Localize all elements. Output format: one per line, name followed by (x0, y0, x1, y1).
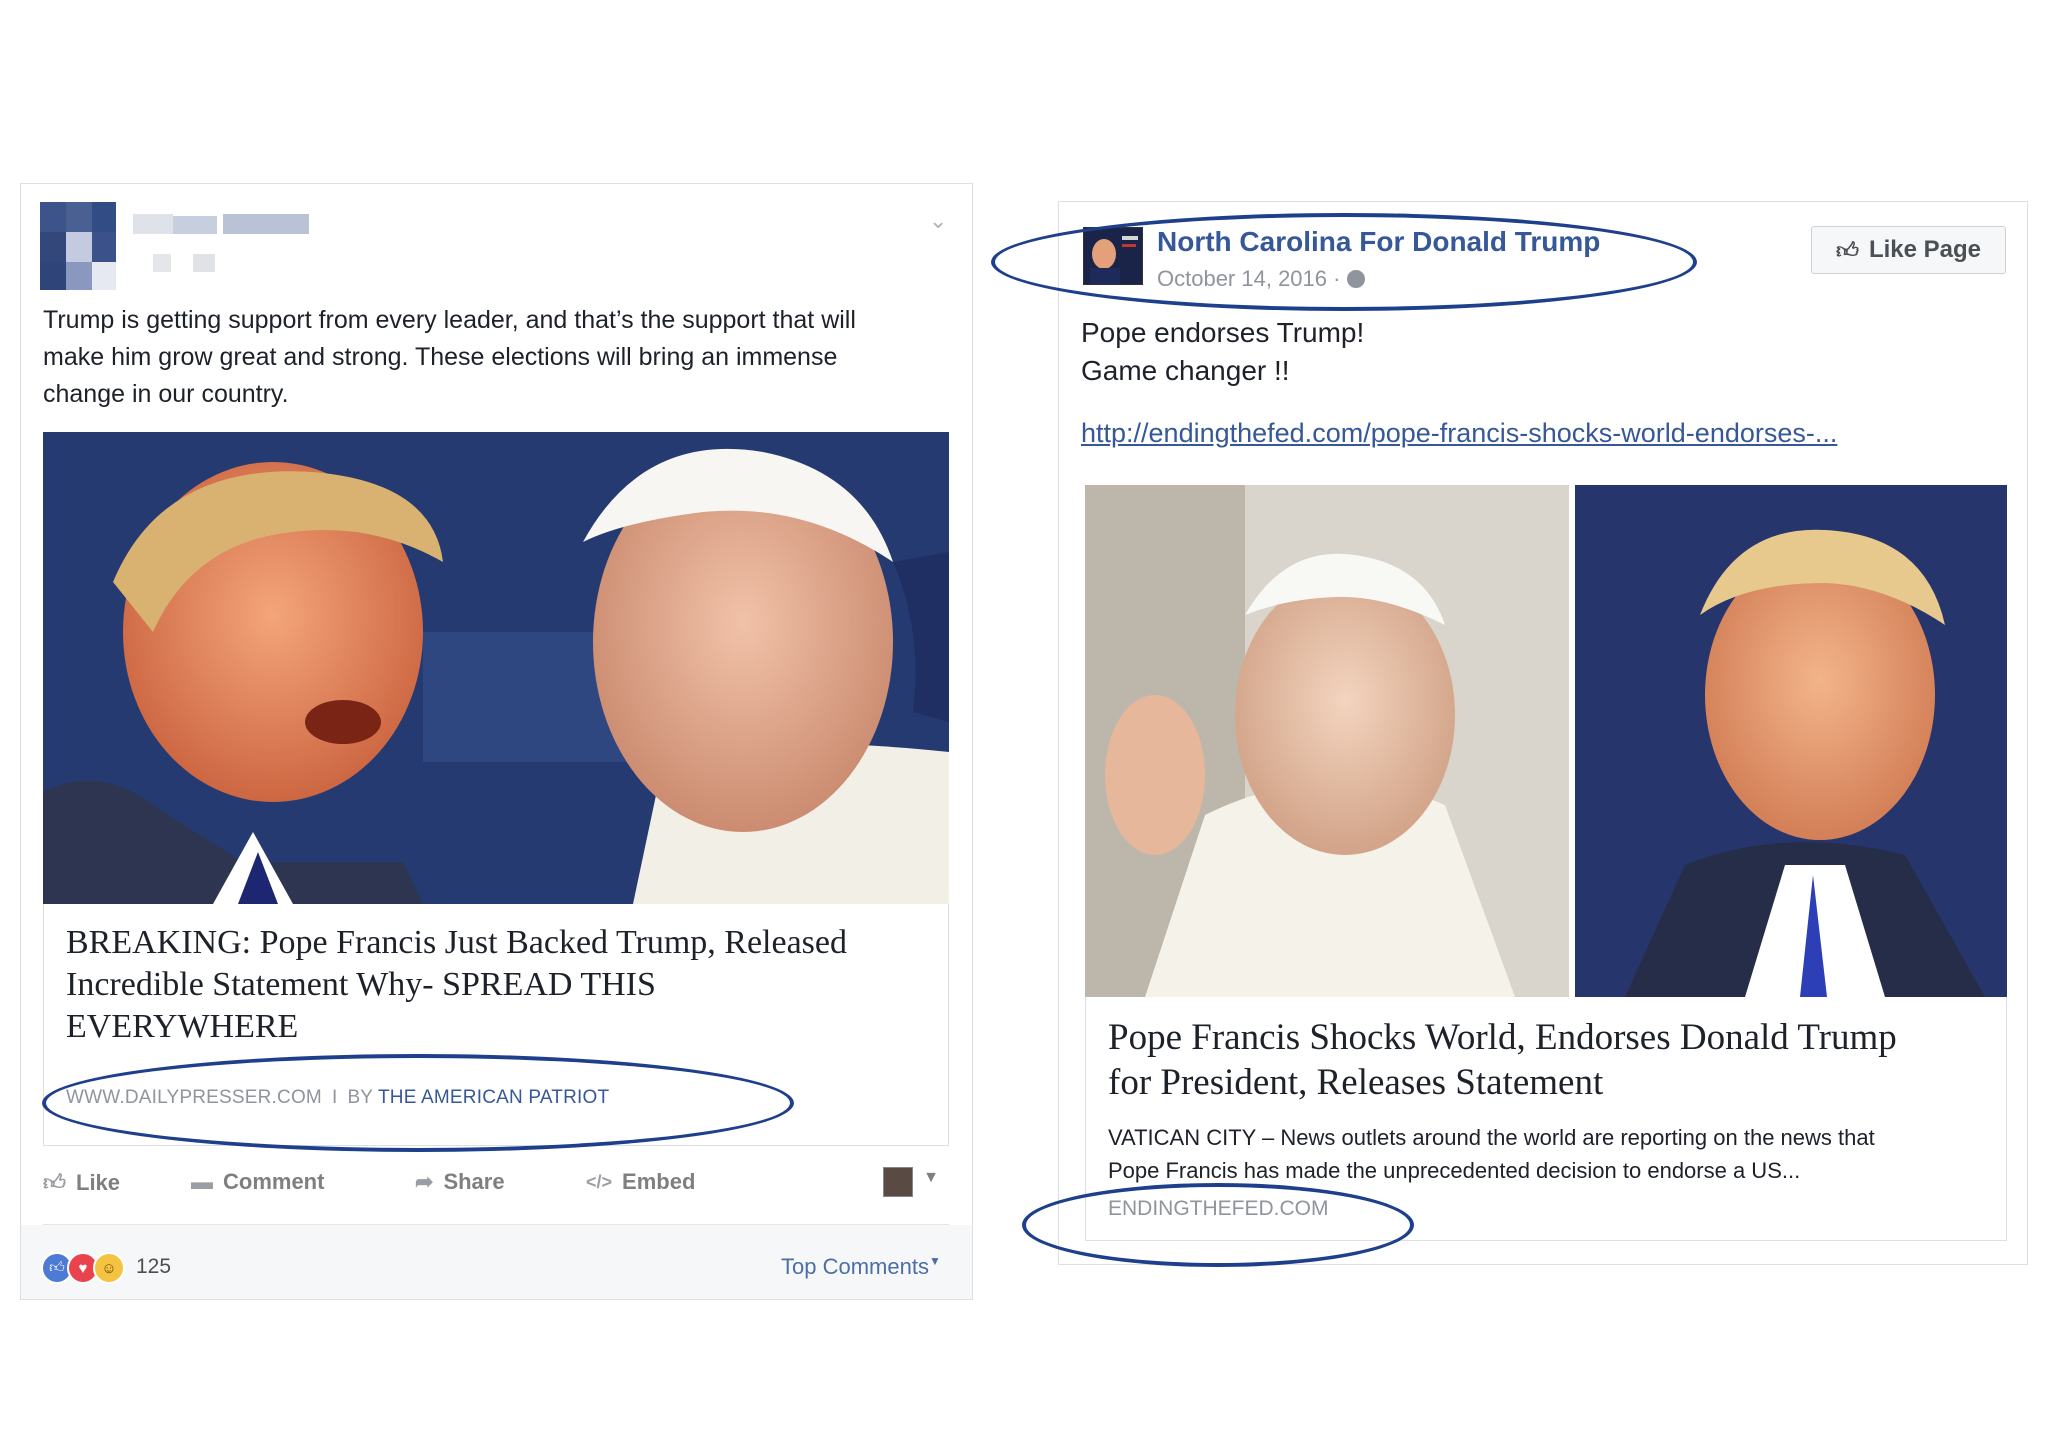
page-name-link[interactable]: North Carolina For Donald Trump (1157, 226, 1600, 258)
code-brackets-icon: </> (586, 1171, 613, 1192)
like-page-label: Like Page (1868, 236, 1982, 263)
globe-icon (1346, 270, 1365, 288)
reaction-count[interactable]: 125 (136, 1255, 171, 1279)
article-image[interactable] (1085, 485, 2007, 997)
article-title[interactable]: BREAKING: Pope Francis Just Backed Trump… (66, 922, 926, 1048)
article-title-line: Incredible Statement Why- SPREAD THIS (66, 966, 656, 1003)
thumbs-up-icon: 👍︎ (43, 1170, 66, 1195)
article-image[interactable] (43, 432, 949, 904)
comment-button[interactable]: ▬ Comment (191, 1169, 324, 1195)
post-text-line: Pope endorses Trump! (1081, 317, 1365, 348)
post-action-bar: 👍︎ Like ▬ Comment ➦ Share </> Embed ▼ (43, 1167, 949, 1207)
like-button[interactable]: 👍︎ Like (43, 1169, 120, 1196)
comment-label: Comment (223, 1169, 325, 1194)
like-page-button[interactable]: 👍︎ Like Page (1811, 226, 2006, 274)
page-avatar[interactable] (1083, 227, 1143, 285)
haha-reaction-icon: ☺ (93, 1252, 125, 1284)
article-title[interactable]: Pope Francis Shocks World, Endorses Dona… (1108, 1015, 1988, 1105)
caret-down-icon[interactable]: ▼ (923, 1169, 939, 1187)
article-source: ENDINGTHEFED.COM (1108, 1197, 1329, 1220)
share-label: Share (443, 1169, 505, 1194)
post-link[interactable]: http://endingthefed.com/pope-francis-sho… (1081, 418, 1837, 449)
post-date: October 14, 2016 · (1157, 266, 1341, 291)
article-photo (43, 432, 949, 904)
pixelated-avatar[interactable] (40, 202, 116, 290)
article-description-line: VATICAN CITY – News outlets around the w… (1108, 1125, 1875, 1150)
post-text-line: Trump is getting support from every lead… (43, 306, 856, 334)
chevron-down-icon[interactable]: ⌄ (929, 208, 947, 234)
thumbs-up-icon: 👍︎ (1835, 237, 1859, 263)
post-timestamp[interactable]: October 14, 2016 · (1157, 266, 1365, 292)
embed-label: Embed (622, 1169, 696, 1194)
like-label: Like (76, 1169, 121, 1195)
embed-button[interactable]: </> Embed (586, 1169, 695, 1195)
post-text: Pope endorses Trump! Game changer !! (1081, 314, 1364, 390)
article-description: VATICAN CITY – News outlets around the w… (1108, 1121, 1988, 1187)
caret-down-icon: ▼ (928, 1254, 941, 1268)
page-avatar-image (1084, 228, 1142, 284)
article-title-line: BREAKING: Pope Francis Just Backed Trump… (66, 924, 848, 961)
article-source: WWW.DAILYPRESSER.COM I BY THE AMERICAN PAT… (66, 1087, 609, 1109)
post-text: Trump is getting support from every lead… (43, 302, 948, 413)
article-description-line: Pope Francis has made the unprecedented … (1108, 1158, 1801, 1183)
top-comments-label: Top Comments (781, 1254, 929, 1279)
speech-bubble-icon: ▬ (191, 1169, 213, 1194)
post-text-line: change in our country. (43, 380, 289, 408)
article-link-box[interactable]: BREAKING: Pope Francis Just Backed Trump… (43, 904, 949, 1146)
source-separator: I (331, 1087, 338, 1108)
post-text-line: make him grow great and strong. These el… (43, 343, 838, 371)
article-author-link[interactable]: THE AMERICAN PATRIOT (378, 1087, 609, 1108)
share-arrow-icon: ➦ (415, 1169, 434, 1194)
top-comments-dropdown[interactable]: Top Comments▼ (781, 1254, 941, 1280)
article-title-line: EVERYWHERE (66, 1008, 299, 1045)
article-title-line: Pope Francis Shocks World, Endorses Dona… (1108, 1017, 1897, 1058)
right-post-card: North Carolina For Donald Trump October … (1058, 201, 2028, 1265)
article-domain: WWW.DAILYPRESSER.COM (66, 1087, 322, 1108)
post-text-line: Game changer !! (1081, 355, 1290, 386)
article-photo (1085, 485, 2007, 997)
pixelated-author-name[interactable] (133, 214, 309, 274)
reaction-icons[interactable]: 👍︎ ♥ ☺ (41, 1252, 125, 1284)
share-button[interactable]: ➦ Share (415, 1169, 505, 1195)
left-post-card: ⌄ Trump is getting support from every le… (20, 183, 973, 1300)
commenter-avatar-selector[interactable] (883, 1167, 913, 1197)
article-link-box[interactable]: Pope Francis Shocks World, Endorses Dona… (1085, 997, 2007, 1241)
by-label: BY (347, 1087, 373, 1108)
article-title-line: for President, Releases Statement (1108, 1062, 1604, 1103)
